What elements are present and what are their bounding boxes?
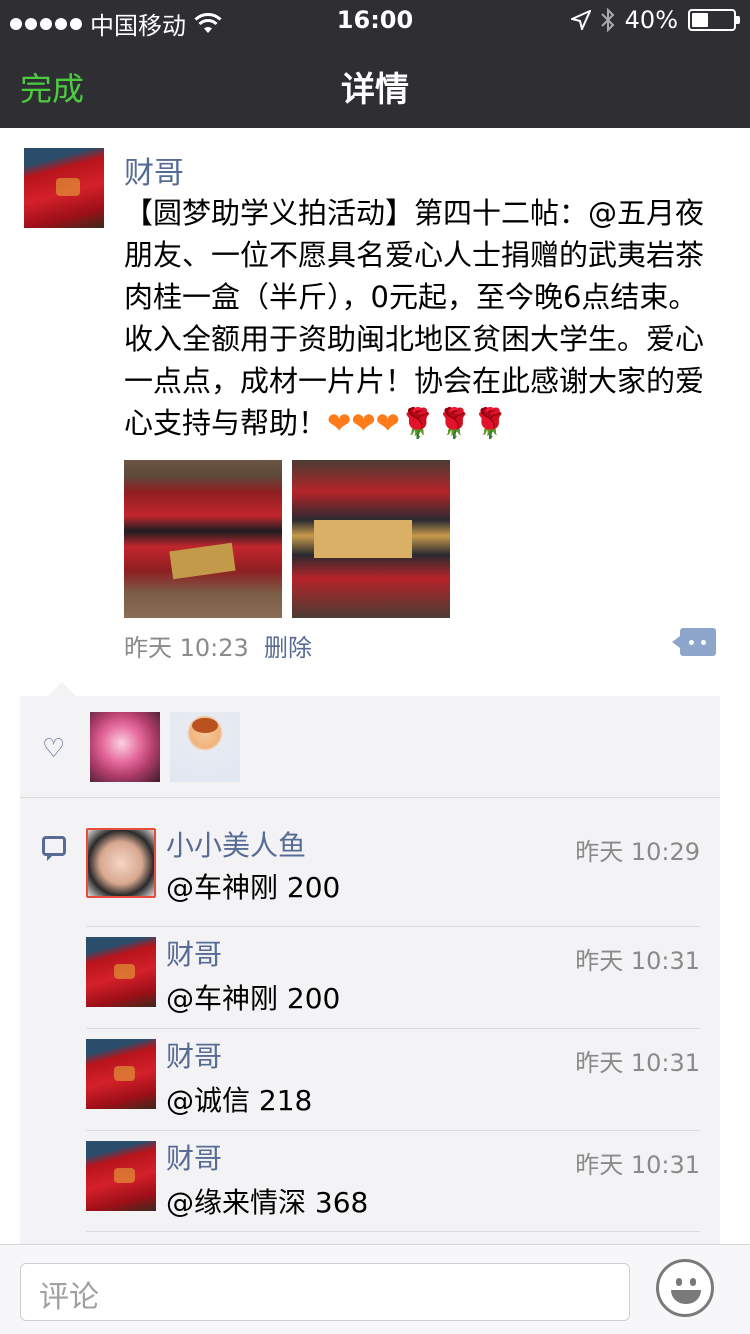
nav-bar: 完成 详情: [0, 40, 750, 128]
comment-text: @车神刚 200: [166, 982, 341, 1015]
commenter-name[interactable]: 财哥: [166, 1137, 222, 1177]
comment-item[interactable]: 小小美人鱼 @车神刚 200 昨天 10:29: [86, 814, 700, 926]
orange-heart-emojis: ❤❤❤: [327, 406, 400, 440]
author-name[interactable]: 财哥: [124, 148, 184, 192]
post-text: 【圆梦助学义拍活动】第四十二帖：@五月夜朋友、一位不愿具名爱心人士捐赠的武夷岩茶…: [124, 192, 714, 444]
comment-item[interactable]: 财哥 @缘来情深 368 昨天 10:31: [86, 1130, 700, 1232]
comment-time: 昨天 10:31: [575, 1049, 700, 1077]
like-avatar-flower[interactable]: [90, 712, 160, 782]
rose-emojis: 🌹🌹🌹: [399, 406, 509, 440]
battery-percent: 40%: [624, 6, 678, 34]
post-photo-2[interactable]: [292, 460, 450, 618]
emoji-icon[interactable]: [656, 1259, 714, 1317]
comment-time: 昨天 10:31: [575, 1151, 700, 1179]
author-avatar[interactable]: [24, 148, 104, 228]
comment-text: @诚信 218: [166, 1084, 313, 1117]
commenter-avatar[interactable]: [86, 1141, 156, 1211]
heart-icon: ♡: [42, 734, 66, 764]
comment-time: 昨天 10:29: [575, 838, 700, 866]
battery-icon: [688, 9, 740, 31]
comment-text: @车神刚 200: [166, 871, 341, 904]
commenter-avatar[interactable]: [86, 937, 156, 1007]
commenter-avatar[interactable]: [86, 828, 156, 898]
comment-input-bar: 评论: [0, 1244, 750, 1334]
comment-item[interactable]: 财哥 @诚信 218 昨天 10:31: [86, 1028, 700, 1130]
comment-input[interactable]: 评论: [20, 1263, 630, 1321]
commenter-name[interactable]: 小小美人鱼: [166, 824, 306, 864]
page-title: 详情: [341, 70, 409, 110]
comment-item[interactable]: 财哥 @车神刚 200 昨天 10:31: [86, 926, 700, 1028]
post-time: 昨天 10:23: [124, 634, 249, 662]
comment-text: @缘来情深 368: [166, 1186, 369, 1219]
commenter-avatar[interactable]: [86, 1039, 156, 1109]
more-actions-icon[interactable]: [672, 628, 716, 656]
commenter-name[interactable]: 财哥: [166, 1035, 222, 1075]
post-body: 【圆梦助学义拍活动】第四十二帖：@五月夜朋友、一位不愿具名爱心人士捐赠的武夷岩茶…: [124, 196, 705, 440]
post-photo-1[interactable]: [124, 460, 282, 618]
interaction-panel: ♡ 小小美人鱼 @车神刚 200 昨天 10:29 财哥 @车神刚 200 昨天…: [20, 682, 720, 1256]
bluetooth-icon: [600, 8, 615, 32]
commenter-name[interactable]: 财哥: [166, 933, 222, 973]
comment-time: 昨天 10:31: [575, 947, 700, 975]
comment-icon: [42, 836, 66, 861]
location-arrow-icon: [570, 10, 591, 30]
status-bar: 中国移动 16:00 40%: [0, 0, 750, 40]
likes-row: ♡: [20, 696, 720, 798]
like-avatar-cartoon[interactable]: [170, 712, 240, 782]
delete-button[interactable]: 删除: [264, 628, 312, 663]
